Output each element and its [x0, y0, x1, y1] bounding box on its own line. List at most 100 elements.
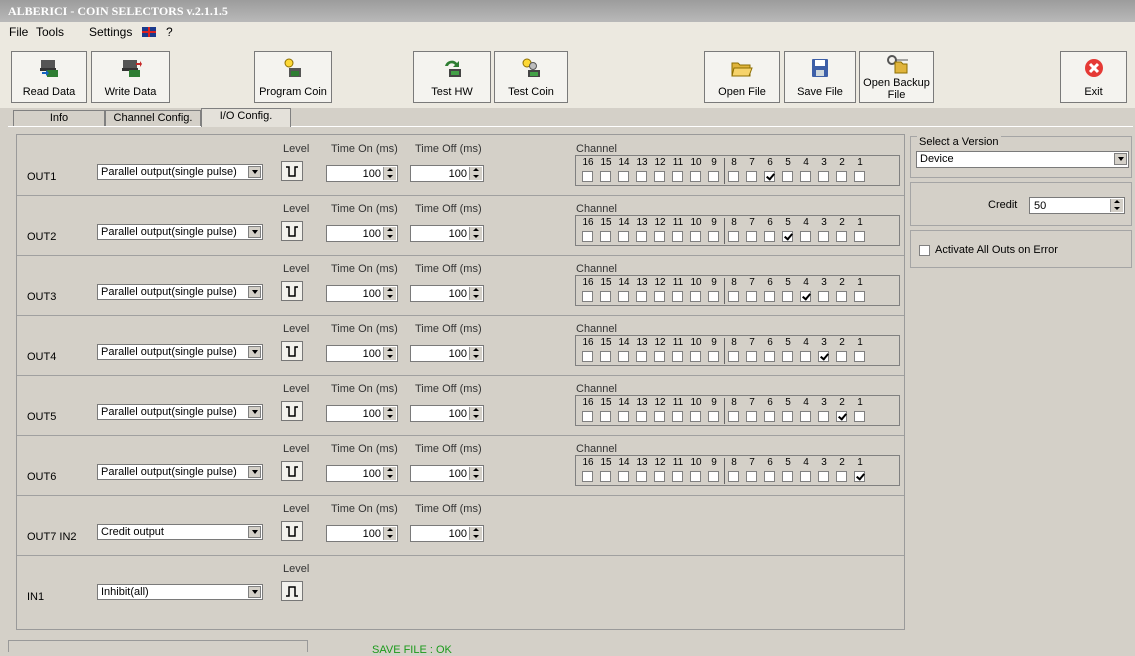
channel-checkbox[interactable]: [818, 291, 829, 302]
channel-checkbox[interactable]: [582, 231, 593, 242]
channel-checkbox[interactable]: [636, 471, 647, 482]
time-off-spinner[interactable]: 100: [410, 165, 484, 182]
open-backup-file-button[interactable]: Open Backup File: [859, 51, 934, 103]
output-mode-select[interactable]: Parallel output(single pulse): [97, 284, 263, 300]
channel-checkbox[interactable]: [818, 231, 829, 242]
output-mode-select[interactable]: Inhibit(all): [97, 584, 263, 600]
channel-checkbox[interactable]: [708, 231, 719, 242]
chevron-down-icon[interactable]: [248, 346, 261, 358]
channel-checkbox[interactable]: [854, 471, 865, 482]
output-mode-select[interactable]: Parallel output(single pulse): [97, 344, 263, 360]
channel-checkbox[interactable]: [708, 471, 719, 482]
channel-checkbox[interactable]: [728, 231, 739, 242]
spinner-arrows-icon[interactable]: [383, 227, 396, 240]
channel-checkbox[interactable]: [582, 291, 593, 302]
read-data-button[interactable]: Read Data: [11, 51, 87, 103]
channel-checkbox[interactable]: [582, 351, 593, 362]
channel-checkbox[interactable]: [600, 471, 611, 482]
level-toggle-button[interactable]: [281, 341, 303, 361]
level-toggle-button[interactable]: [281, 521, 303, 541]
channel-checkbox[interactable]: [690, 411, 701, 422]
channel-checkbox[interactable]: [782, 411, 793, 422]
chevron-down-icon[interactable]: [248, 526, 261, 538]
channel-checkbox[interactable]: [836, 471, 847, 482]
channel-checkbox[interactable]: [728, 351, 739, 362]
channel-checkbox[interactable]: [618, 171, 629, 182]
tab-info[interactable]: Info: [13, 110, 105, 126]
time-on-spinner[interactable]: 100: [326, 285, 398, 302]
channel-checkbox[interactable]: [764, 351, 775, 362]
channel-checkbox[interactable]: [800, 171, 811, 182]
channel-checkbox[interactable]: [600, 411, 611, 422]
channel-checkbox[interactable]: [746, 351, 757, 362]
spinner-arrows-icon[interactable]: [469, 167, 482, 180]
version-select[interactable]: Device: [916, 151, 1129, 168]
channel-checkbox[interactable]: [582, 411, 593, 422]
time-on-spinner[interactable]: 100: [326, 345, 398, 362]
channel-checkbox[interactable]: [836, 291, 847, 302]
channel-checkbox[interactable]: [782, 231, 793, 242]
channel-checkbox[interactable]: [854, 351, 865, 362]
channel-checkbox[interactable]: [836, 411, 847, 422]
channel-checkbox[interactable]: [618, 291, 629, 302]
output-mode-select[interactable]: Parallel output(single pulse): [97, 464, 263, 480]
level-toggle-button[interactable]: [281, 461, 303, 481]
menu-file[interactable]: File: [9, 25, 28, 39]
channel-checkbox[interactable]: [782, 291, 793, 302]
channel-checkbox[interactable]: [764, 411, 775, 422]
channel-checkbox[interactable]: [836, 171, 847, 182]
time-off-spinner[interactable]: 100: [410, 405, 484, 422]
channel-checkbox[interactable]: [672, 231, 683, 242]
channel-checkbox[interactable]: [746, 471, 757, 482]
channel-checkbox[interactable]: [746, 291, 757, 302]
channel-checkbox[interactable]: [690, 171, 701, 182]
spinner-arrows-icon[interactable]: [469, 287, 482, 300]
chevron-down-icon[interactable]: [248, 286, 261, 298]
channel-checkbox[interactable]: [600, 291, 611, 302]
output-mode-select[interactable]: Parallel output(single pulse): [97, 164, 263, 180]
channel-checkbox[interactable]: [854, 411, 865, 422]
level-toggle-button[interactable]: [281, 281, 303, 301]
time-off-spinner[interactable]: 100: [410, 225, 484, 242]
channel-checkbox[interactable]: [600, 351, 611, 362]
channel-checkbox[interactable]: [600, 171, 611, 182]
channel-checkbox[interactable]: [800, 471, 811, 482]
channel-checkbox[interactable]: [582, 171, 593, 182]
chevron-down-icon[interactable]: [248, 166, 261, 178]
menu-help[interactable]: ?: [166, 25, 173, 39]
channel-checkbox[interactable]: [854, 291, 865, 302]
spinner-arrows-icon[interactable]: [383, 467, 396, 480]
channel-checkbox[interactable]: [654, 171, 665, 182]
chevron-down-icon[interactable]: [248, 466, 261, 478]
channel-checkbox[interactable]: [708, 411, 719, 422]
channel-checkbox[interactable]: [764, 171, 775, 182]
spinner-arrows-icon[interactable]: [383, 287, 396, 300]
spinner-arrows-icon[interactable]: [383, 347, 396, 360]
test-coin-button[interactable]: Test Coin: [494, 51, 568, 103]
channel-checkbox[interactable]: [654, 471, 665, 482]
channel-checkbox[interactable]: [690, 231, 701, 242]
time-off-spinner[interactable]: 100: [410, 285, 484, 302]
spinner-arrows-icon[interactable]: [469, 227, 482, 240]
channel-checkbox[interactable]: [746, 171, 757, 182]
spinner-arrows-icon[interactable]: [469, 527, 482, 540]
channel-checkbox[interactable]: [764, 231, 775, 242]
output-mode-select[interactable]: Parallel output(single pulse): [97, 224, 263, 240]
chevron-down-icon[interactable]: [248, 226, 261, 238]
level-toggle-button[interactable]: [281, 221, 303, 241]
time-on-spinner[interactable]: 100: [326, 165, 398, 182]
spinner-arrows-icon[interactable]: [383, 527, 396, 540]
menu-settings[interactable]: Settings: [89, 25, 132, 39]
spinner-arrows-icon[interactable]: [469, 407, 482, 420]
channel-checkbox[interactable]: [728, 291, 739, 302]
open-file-button[interactable]: Open File: [704, 51, 780, 103]
test-hw-button[interactable]: Test HW: [413, 51, 491, 103]
channel-checkbox[interactable]: [836, 231, 847, 242]
menu-tools[interactable]: Tools: [36, 25, 64, 39]
channel-checkbox[interactable]: [746, 231, 757, 242]
channel-checkbox[interactable]: [854, 231, 865, 242]
channel-checkbox[interactable]: [636, 411, 647, 422]
output-mode-select[interactable]: Credit output: [97, 524, 263, 540]
spinner-arrows-icon[interactable]: [469, 467, 482, 480]
channel-checkbox[interactable]: [672, 351, 683, 362]
